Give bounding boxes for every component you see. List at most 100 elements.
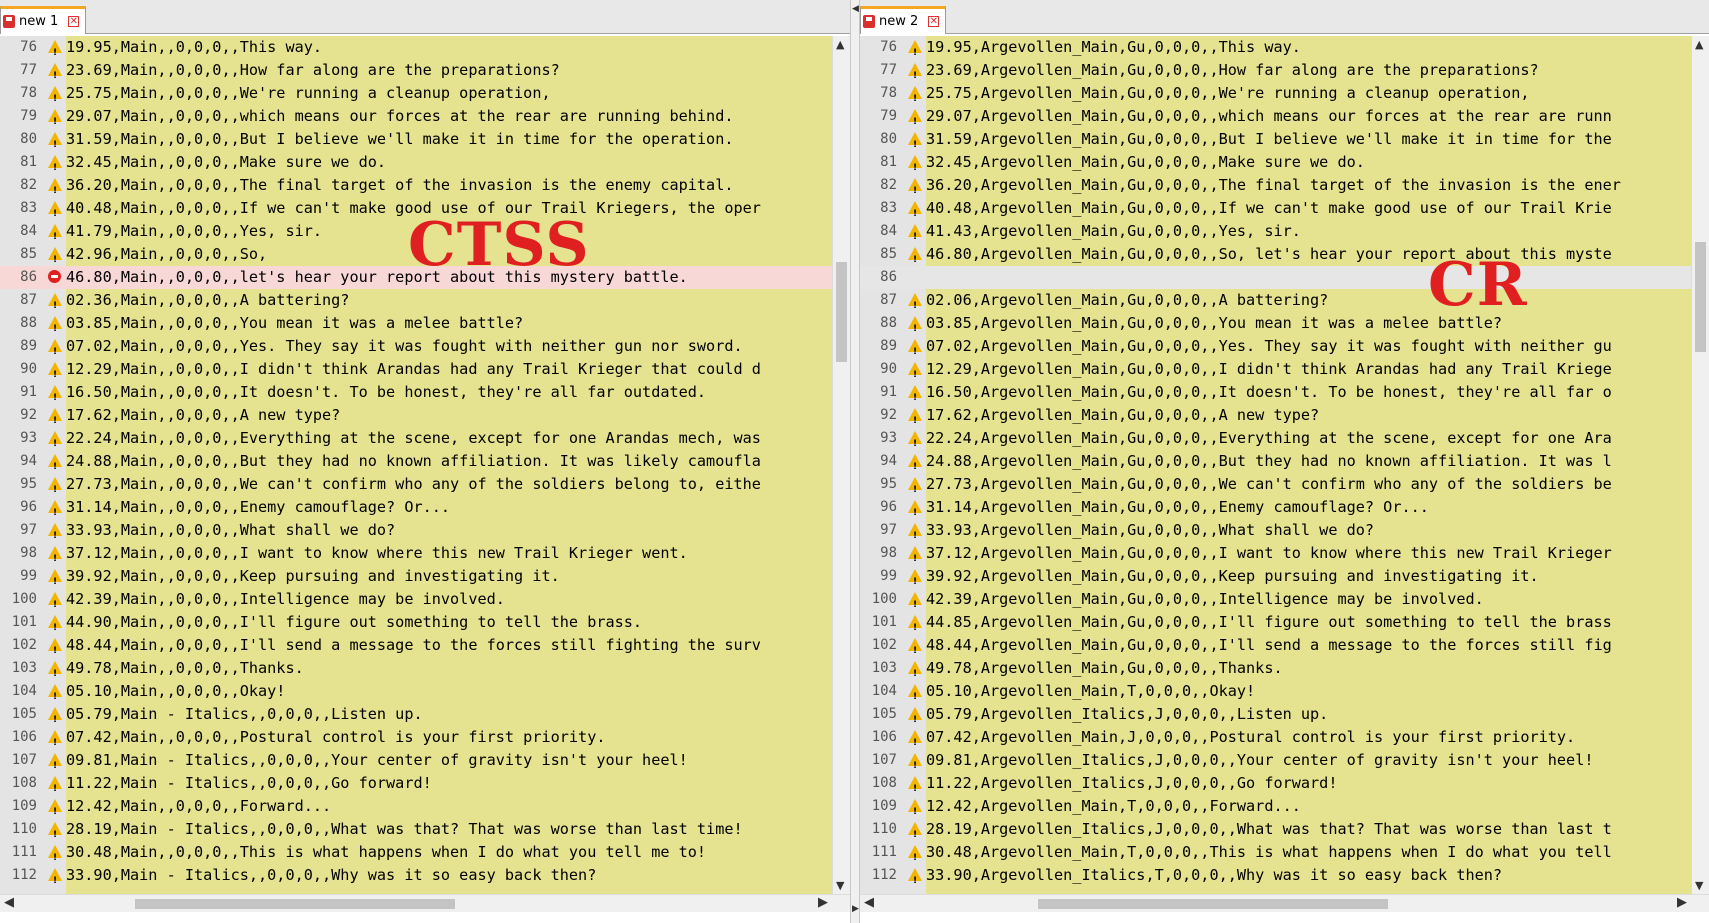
editor-line[interactable]: 107 09.81,Argevollen_Italics,J,0,0,0,,You…: [860, 749, 1691, 778]
editor-line[interactable]: 106 07.42,Main,,0,0,0,,Postural control i…: [0, 726, 832, 755]
close-icon[interactable]: ✕: [68, 16, 80, 27]
editor-line[interactable]: 109 12.42,Main,,0,0,0,,Forward...: [0, 795, 832, 824]
tab-new-2[interactable]: new 2 ✕: [860, 6, 947, 34]
editor-line[interactable]: 87 02.06,Argevollen_Main,Gu,0,0,0,,A batt…: [860, 289, 1691, 318]
editor-line[interactable]: 94 24.88,Main,,0,0,0,,But they had no kno…: [0, 450, 832, 479]
editor-line[interactable]: 90 12.29,Argevollen_Main,Gu,0,0,0,,I didn…: [860, 358, 1691, 387]
editor-line[interactable]: 87 02.36,Main,,0,0,0,,A battering?: [0, 289, 832, 318]
scroll-left-icon[interactable]: ◀: [864, 895, 874, 910]
scroll-right-icon[interactable]: ▶: [1677, 895, 1687, 910]
editor-line[interactable]: 95 27.73,Main,,0,0,0,,We can't confirm wh…: [0, 473, 832, 502]
editor-line[interactable]: 78 25.75,Argevollen_Main,Gu,0,0,0,,We're …: [860, 82, 1691, 111]
editor-line[interactable]: 77 23.69,Argevollen_Main,Gu,0,0,0,,How fa…: [860, 59, 1691, 88]
scroll-right-icon[interactable]: ▶: [818, 895, 828, 910]
editor-line[interactable]: 99 39.92,Argevollen_Main,Gu,0,0,0,,Keep p…: [860, 565, 1691, 594]
close-icon[interactable]: ✕: [928, 16, 940, 27]
editor-line[interactable]: 96 31.14,Argevollen_Main,Gu,0,0,0,,Enemy …: [860, 496, 1691, 525]
editor-line[interactable]: 108 11.22,Argevollen_Italics,J,0,0,0,,Go …: [860, 772, 1691, 801]
editor-line[interactable]: 106 07.42,Argevollen_Main,J,0,0,0,,Postur…: [860, 726, 1691, 755]
scroll-thumb[interactable]: [836, 262, 847, 362]
scroll-up-icon[interactable]: ▲: [836, 38, 844, 51]
vertical-scrollbar[interactable]: ▲ ▼: [1691, 36, 1709, 894]
editor-line[interactable]: 91 16.50,Argevollen_Main,Gu,0,0,0,,It doe…: [860, 381, 1691, 410]
editor-line[interactable]: 100 42.39,Main,,0,0,0,,Intelligence may b…: [0, 588, 832, 617]
tab-new-1[interactable]: new 1 ✕: [0, 6, 87, 34]
editor-line[interactable]: 101 44.90,Main,,0,0,0,,I'll figure out so…: [0, 611, 832, 640]
editor-line[interactable]: 105 05.79,Main - Italics,,0,0,0,,Listen u…: [0, 703, 832, 732]
editor-line[interactable]: 93 22.24,Main,,0,0,0,,Everything at the s…: [0, 427, 832, 456]
editor-line[interactable]: 82 36.20,Argevollen_Main,Gu,0,0,0,,The fi…: [860, 174, 1691, 203]
editor-line[interactable]: 81 32.45,Argevollen_Main,Gu,0,0,0,,Make s…: [860, 151, 1691, 180]
editor-line[interactable]: 108 11.22,Main - Italics,,0,0,0,,Go forwa…: [0, 772, 832, 801]
scroll-thumb[interactable]: [135, 899, 455, 909]
editor-line[interactable]: 107 09.81,Main - Italics,,0,0,0,,Your cen…: [0, 749, 832, 778]
editor-line[interactable]: 79 29.07,Main,,0,0,0,,which means our for…: [0, 105, 832, 134]
editor-line[interactable]: 103 49.78,Argevollen_Main,Gu,0,0,0,,Thank…: [860, 657, 1691, 686]
editor-line[interactable]: 76 19.95,Main,,0,0,0,,This way.: [0, 36, 832, 65]
text-editor[interactable]: 76 19.95,Main,,0,0,0,,This way. 77 23.69,Ma…: [0, 36, 832, 894]
editor-line[interactable]: 84 41.43,Argevollen_Main,Gu,0,0,0,,Yes, s…: [860, 220, 1691, 249]
editor-line[interactable]: 94 24.88,Argevollen_Main,Gu,0,0,0,,But th…: [860, 450, 1691, 479]
editor-line[interactable]: 82 36.20,Main,,0,0,0,,The final target of…: [0, 174, 832, 203]
editor-line[interactable]: 83 40.48,Argevollen_Main,Gu,0,0,0,,If we …: [860, 197, 1691, 226]
scroll-down-icon[interactable]: ▼: [1695, 879, 1703, 892]
editor-line[interactable]: 112 33.90,Main - Italics,,0,0,0,,Why was …: [0, 864, 832, 893]
editor-line[interactable]: 102 48.44,Argevollen_Main,Gu,0,0,0,,I'll …: [860, 634, 1691, 663]
vertical-scrollbar[interactable]: ▲ ▼: [832, 36, 850, 894]
editor-line[interactable]: 99 39.92,Main,,0,0,0,,Keep pursuing and i…: [0, 565, 832, 594]
warning-icon: [48, 362, 62, 387]
editor-line[interactable]: 95 27.73,Argevollen_Main,Gu,0,0,0,,We can…: [860, 473, 1691, 502]
editor-line[interactable]: 88 03.85,Argevollen_Main,Gu,0,0,0,,You me…: [860, 312, 1691, 341]
editor-line[interactable]: 78 25.75,Main,,0,0,0,,We're running a cle…: [0, 82, 832, 111]
pane-splitter[interactable]: ◀ ▶: [850, 0, 860, 923]
editor-line[interactable]: 80 31.59,Argevollen_Main,Gu,0,0,0,,But I …: [860, 128, 1691, 157]
editor-line[interactable]: 89 07.02,Argevollen_Main,Gu,0,0,0,,Yes. T…: [860, 335, 1691, 364]
editor-line[interactable]: 93 22.24,Argevollen_Main,Gu,0,0,0,,Everyt…: [860, 427, 1691, 456]
editor-line[interactable]: 98 37.12,Argevollen_Main,Gu,0,0,0,,I want…: [860, 542, 1691, 571]
editor-line[interactable]: 112 33.90,Argevollen_Italics,T,0,0,0,,Why…: [860, 864, 1691, 893]
horizontal-scrollbar[interactable]: ◀ ▶: [860, 894, 1709, 912]
editor-line[interactable]: 104 05.10,Argevollen_Main,T,0,0,0,,Okay!: [860, 680, 1691, 709]
editor-line[interactable]: 105 05.79,Argevollen_Italics,J,0,0,0,,Lis…: [860, 703, 1691, 732]
editor-line[interactable]: 92 17.62,Argevollen_Main,Gu,0,0,0,,A new …: [860, 404, 1691, 433]
editor-line[interactable]: 79 29.07,Argevollen_Main,Gu,0,0,0,,which …: [860, 105, 1691, 134]
editor-line[interactable]: 90 12.29,Main,,0,0,0,,I didn't think Aran…: [0, 358, 832, 387]
horizontal-scrollbar[interactable]: ◀ ▶: [0, 894, 850, 912]
editor-line[interactable]: 97 33.93,Argevollen_Main,Gu,0,0,0,,What s…: [860, 519, 1691, 548]
editor-line[interactable]: 76 19.95,Argevollen_Main,Gu,0,0,0,,This w…: [860, 36, 1691, 65]
editor-line[interactable]: 77 23.69,Main,,0,0,0,,How far along are t…: [0, 59, 832, 88]
editor-line[interactable]: 111 30.48,Main,,0,0,0,,This is what happe…: [0, 841, 832, 870]
editor-line[interactable]: 100 42.39,Argevollen_Main,Gu,0,0,0,,Intel…: [860, 588, 1691, 617]
editor-line[interactable]: 98 37.12,Main,,0,0,0,,I want to know wher…: [0, 542, 832, 571]
editor-line[interactable]: 110 28.19,Argevollen_Italics,J,0,0,0,,Wha…: [860, 818, 1691, 847]
line-number: 106: [11, 729, 37, 745]
scroll-thumb[interactable]: [1038, 899, 1388, 909]
editor-line[interactable]: 103 49.78,Main,,0,0,0,,Thanks.: [0, 657, 832, 686]
editor-line[interactable]: 88 03.85,Main,,0,0,0,,You mean it was a m…: [0, 312, 832, 341]
editor-line[interactable]: 86: [860, 266, 1691, 289]
editor-line[interactable]: 102 48.44,Main,,0,0,0,,I'll send a messag…: [0, 634, 832, 663]
scroll-left-icon[interactable]: ◀: [4, 895, 14, 910]
editor-line[interactable]: 91 16.50,Main,,0,0,0,,It doesn't. To be h…: [0, 381, 832, 410]
editor-line[interactable]: 104 05.10,Main,,0,0,0,,Okay!: [0, 680, 832, 709]
scroll-thumb[interactable]: [1695, 242, 1706, 352]
warning-icon: [48, 569, 62, 594]
split-right-icon[interactable]: ▶: [852, 904, 859, 914]
line-text: 07.02,Argevollen_Main,Gu,0,0,0,,Yes. The…: [926, 337, 1612, 355]
editor-line[interactable]: 101 44.85,Argevollen_Main,Gu,0,0,0,,I'll …: [860, 611, 1691, 640]
editor-line[interactable]: 97 33.93,Main,,0,0,0,,What shall we do?: [0, 519, 832, 548]
editor-line[interactable]: 109 12.42,Argevollen_Main,T,0,0,0,,Forwar…: [860, 795, 1691, 824]
editor-line[interactable]: 8546.80,Argevollen_Main,Gu,0,0,0,,So, le…: [860, 243, 1691, 272]
editor-line[interactable]: 80 31.59,Main,,0,0,0,,But I believe we'll…: [0, 128, 832, 157]
scroll-up-icon[interactable]: ▲: [1695, 38, 1703, 51]
editor-line[interactable]: 96 31.14,Main,,0,0,0,,Enemy camouflage? O…: [0, 496, 832, 525]
editor-line[interactable]: 111 30.48,Argevollen_Main,T,0,0,0,,This i…: [860, 841, 1691, 870]
warning-icon: [48, 339, 62, 364]
text-editor[interactable]: 76 19.95,Argevollen_Main,Gu,0,0,0,,This w…: [860, 36, 1691, 894]
editor-line[interactable]: 89 07.02,Main,,0,0,0,,Yes. They say it wa…: [0, 335, 832, 364]
editor-line[interactable]: 110 28.19,Main - Italics,,0,0,0,,What was…: [0, 818, 832, 847]
split-left-icon[interactable]: ◀: [852, 4, 859, 14]
scroll-down-icon[interactable]: ▼: [836, 879, 844, 892]
editor-line[interactable]: 92 17.62,Main,,0,0,0,,A new type?: [0, 404, 832, 433]
editor-line[interactable]: 81 32.45,Main,,0,0,0,,Make sure we do.: [0, 151, 832, 180]
